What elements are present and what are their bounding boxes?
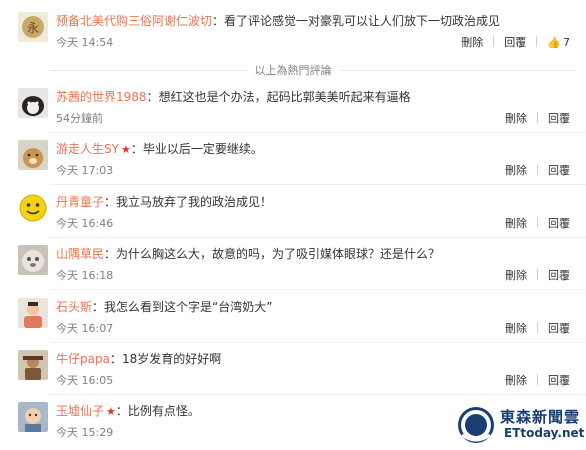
delete-button[interactable]: 刪除 xyxy=(505,267,527,283)
timestamp: 今天 16:46 xyxy=(56,217,114,230)
timestamp: 今天 16:07 xyxy=(56,322,114,335)
avatar[interactable]: 永 xyxy=(18,12,48,42)
comment-text: 毕业以后一定要继续。 xyxy=(142,142,263,156)
delete-button[interactable]: 刪除 xyxy=(505,110,527,126)
username[interactable]: 山隅草民 xyxy=(56,247,104,261)
timestamp: 54分鐘前 xyxy=(56,112,103,125)
separator xyxy=(537,322,538,333)
svg-text:永: 永 xyxy=(27,21,39,35)
reply-button[interactable]: 回覆 xyxy=(548,320,570,336)
row-divider xyxy=(50,394,586,395)
avatar[interactable] xyxy=(18,140,48,170)
colon: ： xyxy=(104,247,117,261)
delete-button[interactable]: 刪除 xyxy=(505,215,527,231)
delete-button[interactable]: 刪除 xyxy=(505,162,527,178)
colon: ： xyxy=(104,195,117,209)
delete-button[interactable]: 刪除 xyxy=(505,372,527,388)
username[interactable]: 玉墟仙子 xyxy=(56,404,104,418)
timestamp: 今天 16:18 xyxy=(56,269,114,282)
colon: ： xyxy=(115,404,128,418)
comment-text: 为什么胸这么大，故意的吗，为了吸引媒体眼球？还是什么？ xyxy=(116,247,441,261)
colon: ： xyxy=(92,300,105,314)
colon: ： xyxy=(130,142,143,156)
row-divider xyxy=(50,289,586,290)
ettoday-watermark: 東森新聞雲 ETtoday.net xyxy=(456,404,585,446)
separator xyxy=(537,269,538,280)
reply-button[interactable]: 回覆 xyxy=(548,162,570,178)
timestamp: 今天 16:05 xyxy=(56,374,114,387)
like-button[interactable]: 👍 7 xyxy=(547,36,570,49)
separator xyxy=(493,36,495,47)
separator xyxy=(537,112,538,123)
comment-text: 想红这也是个办法，起码比郭美美听起来有逼格 xyxy=(158,90,411,104)
username[interactable]: 游走人生SY xyxy=(56,142,119,156)
username[interactable]: 苏茜的世界1988 xyxy=(56,90,147,104)
vip-star-icon: ★ xyxy=(106,405,116,418)
reply-button[interactable]: 回覆 xyxy=(548,372,570,388)
reply-button[interactable]: 回覆 xyxy=(504,34,526,50)
username[interactable]: 石头斯 xyxy=(56,300,92,314)
separator xyxy=(536,36,538,47)
avatar[interactable] xyxy=(18,298,48,328)
delete-button[interactable]: 刪除 xyxy=(461,34,483,50)
timestamp: 今天 17:03 xyxy=(56,164,114,177)
avatar[interactable] xyxy=(18,350,48,380)
row-divider xyxy=(50,237,586,238)
avatar[interactable] xyxy=(18,88,48,118)
colon: ： xyxy=(146,90,159,104)
row-divider xyxy=(50,342,586,343)
username[interactable]: 预备北美代购三俗阿谢仁波切 xyxy=(56,14,212,28)
reply-button[interactable]: 回覆 xyxy=(548,267,570,283)
separator xyxy=(537,217,538,228)
delete-button[interactable]: 刪除 xyxy=(505,320,527,336)
comment-text: 我立马放弃了我的政治成见！ xyxy=(116,195,273,209)
colon: ： xyxy=(109,352,122,366)
timestamp: 今天 15:29 xyxy=(56,426,114,439)
avatar[interactable] xyxy=(18,402,48,432)
watermark-text-cn: 東森新聞雲 xyxy=(500,408,581,426)
username[interactable]: 丹青童子 xyxy=(56,195,104,209)
separator xyxy=(537,374,538,385)
username[interactable]: 牛仔papa xyxy=(56,352,110,366)
avatar[interactable] xyxy=(18,193,48,223)
comment-text: 我怎么看到这个字是“台湾奶大” xyxy=(104,300,273,314)
row-divider xyxy=(50,132,586,133)
reply-button[interactable]: 回覆 xyxy=(548,110,570,126)
reply-button[interactable]: 回覆 xyxy=(548,215,570,231)
colon: ： xyxy=(212,14,225,28)
comment-text: 18岁发育的好好啊 xyxy=(121,352,222,366)
timestamp: 今天 14:54 xyxy=(56,36,114,49)
like-count: 7 xyxy=(563,36,570,49)
comment-text: 比例有点怪。 xyxy=(127,404,200,418)
ettoday-logo-icon xyxy=(458,407,494,443)
avatar[interactable] xyxy=(18,245,48,275)
row-divider xyxy=(50,184,586,185)
separator xyxy=(537,164,538,175)
comment-text: 看了评论感觉一对豪乳可以让人们放下一切政治成见 xyxy=(224,14,501,28)
hot-comments-label: 以上為熱門評論 xyxy=(246,64,340,77)
thumbs-up-icon: 👍 xyxy=(547,36,561,49)
vip-star-icon: ★ xyxy=(120,143,131,156)
watermark-text-en: ETtoday.net xyxy=(504,426,585,440)
